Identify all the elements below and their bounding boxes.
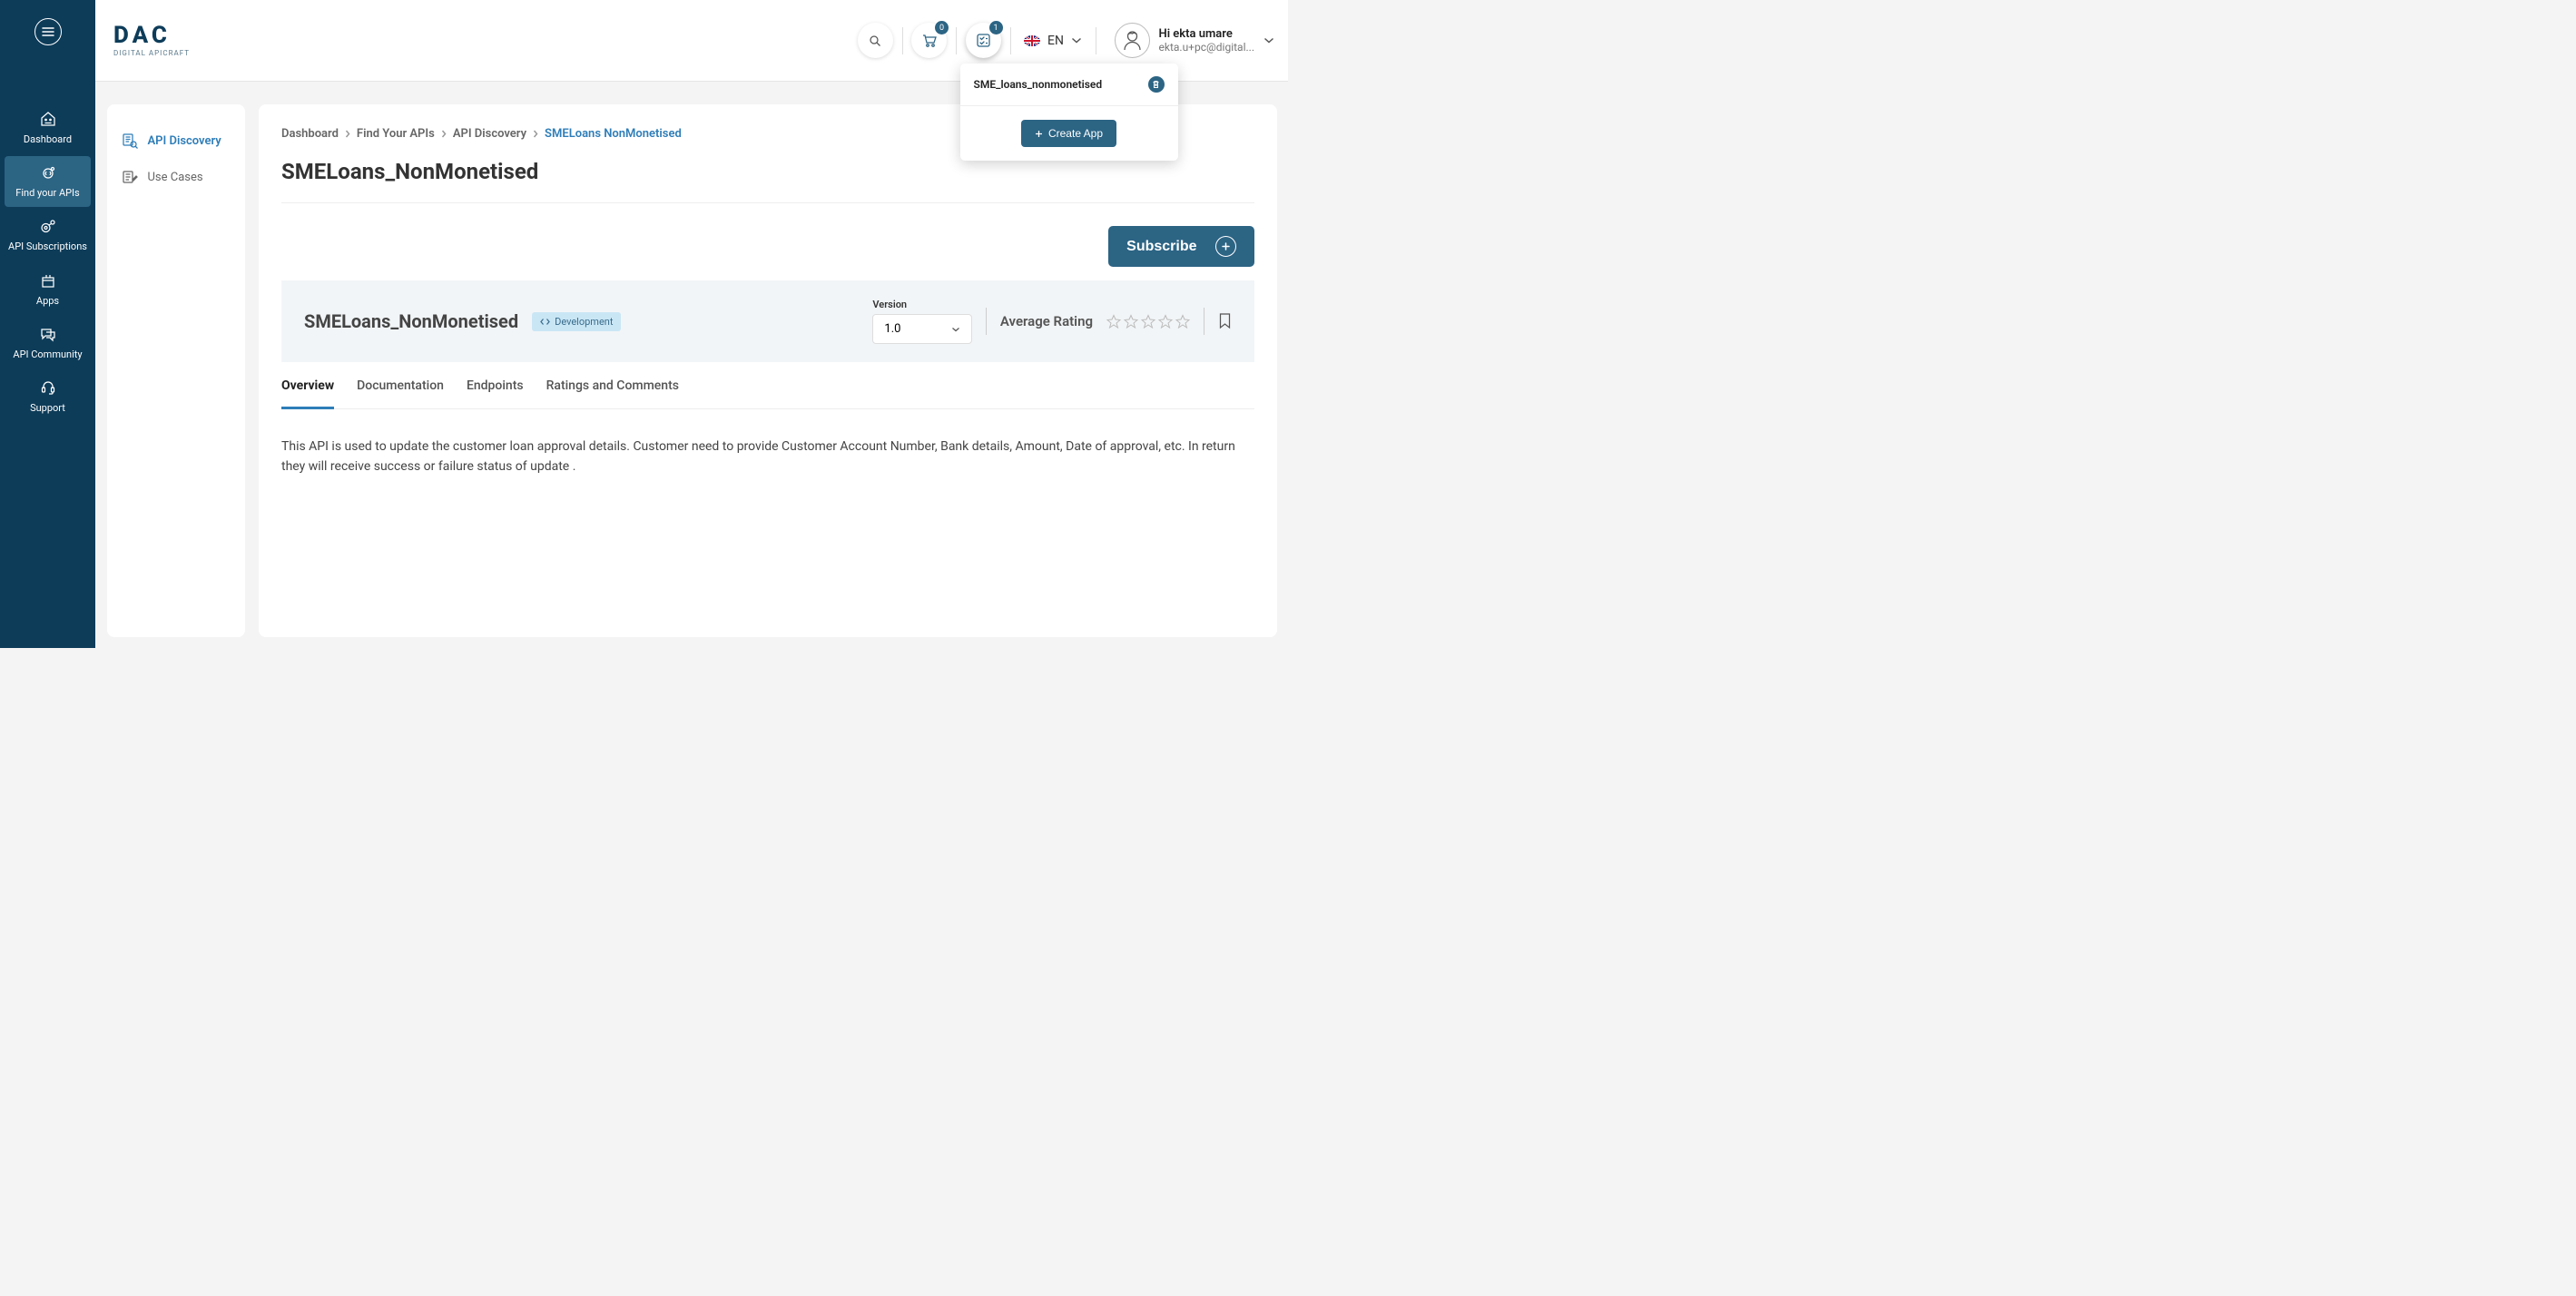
brand-name: DAC — [113, 24, 190, 47]
hamburger-icon — [42, 27, 54, 36]
search-icon — [869, 34, 881, 47]
version-label: Version — [872, 299, 972, 310]
person-icon — [1121, 29, 1144, 52]
create-app-button[interactable]: Create App — [1021, 120, 1116, 147]
main-panel: Dashboard Find Your APIs API Discovery S… — [259, 104, 1277, 637]
chevron-down-icon — [951, 327, 960, 332]
sidebar-item-apps[interactable]: Apps — [5, 264, 91, 315]
subscribe-button[interactable]: Subscribe — [1108, 226, 1254, 267]
top-header: DAC DIGITAL APICRAFT 0 1 EN — [95, 0, 1288, 82]
star-icon — [1175, 314, 1190, 329]
star-rating[interactable] — [1106, 314, 1190, 329]
development-badge: Development — [532, 312, 621, 331]
sidebar-label-apps: Apps — [36, 295, 59, 307]
search-button[interactable] — [858, 23, 893, 58]
subscribe-label: Subscribe — [1126, 239, 1196, 255]
vertical-divider — [986, 308, 987, 335]
api-header-box: SMELoans_NonMonetised Development Versio… — [281, 280, 1254, 362]
chevron-right-icon — [533, 130, 538, 138]
sidebar-label-dashboard: Dashboard — [24, 133, 72, 145]
sidebar-label-find-apis: Find your APIs — [15, 187, 79, 199]
sec-item-api-discovery[interactable]: API Discovery — [107, 123, 246, 159]
dropdown-item: SME_loans_nonmonetised — [960, 64, 1178, 106]
sec-label-use-cases: Use Cases — [148, 171, 203, 184]
star-icon — [1106, 314, 1121, 329]
api-title: SMELoans_NonMonetised — [304, 310, 518, 332]
cart-icon — [921, 34, 937, 47]
overview-description: This API is used to update the customer … — [281, 409, 1254, 505]
header-divider — [902, 27, 903, 54]
sec-item-use-cases[interactable]: Use Cases — [107, 159, 246, 195]
bookmark-icon — [1218, 312, 1232, 329]
headset-icon — [39, 379, 57, 398]
breadcrumb-find-apis[interactable]: Find Your APIs — [357, 127, 435, 141]
secondary-sidebar: API Discovery Use Cases — [107, 104, 246, 637]
menu-toggle-button[interactable] — [34, 18, 62, 45]
breadcrumb-discovery[interactable]: API Discovery — [453, 127, 526, 141]
star-icon — [1124, 314, 1138, 329]
sidebar-label-support: Support — [30, 402, 65, 414]
dropdown-item-label: SME_loans_nonmonetised — [974, 78, 1103, 91]
cart-badge: 0 — [935, 21, 949, 34]
sidebar-label-community: API Community — [13, 349, 82, 360]
sidebar-label-subscriptions: API Subscriptions — [8, 241, 87, 252]
version-value: 1.0 — [884, 322, 900, 336]
user-greeting: Hi ekta umare — [1159, 27, 1255, 41]
tabs: Overview Documentation Endpoints Ratings… — [281, 365, 1254, 409]
brand-tagline: DIGITAL APICRAFT — [113, 49, 190, 57]
trash-icon — [1152, 80, 1160, 89]
flag-icon — [1024, 35, 1040, 46]
chevron-right-icon — [345, 130, 350, 138]
language-selector[interactable]: EN — [1019, 34, 1086, 48]
chevron-down-icon — [1263, 37, 1274, 44]
user-email: ekta.u+pc@digital... — [1159, 41, 1255, 54]
gear-link-icon — [39, 218, 57, 237]
header-divider — [956, 27, 957, 54]
tab-overview[interactable]: Overview — [281, 365, 334, 409]
use-cases-icon — [121, 168, 139, 186]
sidebar-item-subscriptions[interactable]: API Subscriptions — [5, 210, 91, 260]
avatar — [1115, 23, 1150, 58]
breadcrumb-dashboard[interactable]: Dashboard — [281, 127, 339, 141]
star-icon — [1158, 314, 1173, 329]
home-icon — [39, 111, 57, 130]
sidebar-item-dashboard[interactable]: Dashboard — [5, 103, 91, 153]
tab-ratings[interactable]: Ratings and Comments — [546, 365, 679, 409]
version-section: Version 1.0 — [872, 299, 972, 344]
checklist-icon — [976, 33, 991, 48]
sidebar-item-support[interactable]: Support — [5, 371, 91, 422]
plus-icon — [1035, 130, 1043, 138]
sidebar-item-community[interactable]: API Community — [5, 318, 91, 368]
user-menu[interactable]: Hi ekta umare ekta.u+pc@digital... — [1106, 23, 1275, 58]
tab-documentation[interactable]: Documentation — [357, 365, 444, 409]
tab-endpoints[interactable]: Endpoints — [467, 365, 524, 409]
brand-logo[interactable]: DAC DIGITAL APICRAFT — [113, 24, 190, 57]
chevron-right-icon — [441, 130, 447, 138]
sec-label-discovery: API Discovery — [148, 134, 221, 148]
page-title: SMELoans_NonMonetised — [281, 159, 1254, 203]
api-icon — [39, 164, 57, 183]
notifications-button[interactable]: 1 — [966, 23, 1001, 58]
star-icon — [1141, 314, 1155, 329]
header-divider — [1010, 27, 1011, 54]
badge-label: Development — [555, 316, 613, 328]
bookmark-button[interactable] — [1218, 312, 1232, 331]
discovery-icon — [121, 132, 139, 150]
box-icon — [39, 272, 57, 291]
cart-dropdown: SME_loans_nonmonetised Create App — [960, 64, 1178, 161]
chat-icon — [39, 326, 57, 345]
notif-badge: 1 — [989, 21, 1003, 34]
chevron-down-icon — [1071, 37, 1082, 44]
sidebar-item-find-apis[interactable]: Find your APIs — [5, 156, 91, 207]
code-icon — [540, 318, 550, 326]
version-select[interactable]: 1.0 — [872, 314, 972, 344]
breadcrumb-current: SMELoans NonMonetised — [545, 127, 682, 141]
cart-button[interactable]: 0 — [911, 23, 947, 58]
create-app-label: Create App — [1048, 127, 1103, 140]
plus-circle-icon — [1215, 236, 1236, 257]
delete-item-button[interactable] — [1148, 76, 1165, 93]
rating-label: Average Rating — [1000, 313, 1093, 329]
main-sidebar: Dashboard Find your APIs API Subscriptio… — [0, 0, 95, 648]
lang-label: EN — [1047, 34, 1064, 48]
